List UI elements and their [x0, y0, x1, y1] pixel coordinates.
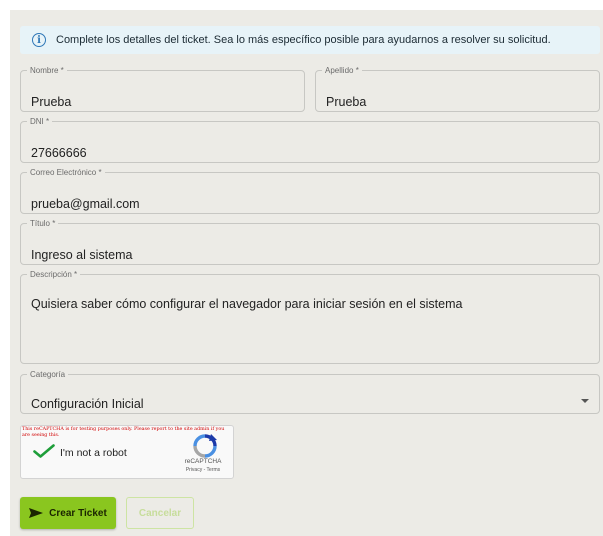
email-label: Correo Electrónico * [30, 168, 102, 177]
create-ticket-label: Crear Ticket [49, 507, 107, 519]
apellido-field[interactable]: Apellido * Prueba [315, 66, 600, 112]
cancel-label: Cancelar [138, 507, 182, 519]
dni-field[interactable]: DNI * 27666666 [20, 117, 600, 163]
recaptcha-brand: reCAPTCHA [184, 458, 222, 465]
nombre-value[interactable]: Prueba [31, 95, 71, 109]
recaptcha-logo-icon [193, 434, 217, 458]
recaptcha-links[interactable]: Privacy - Terms [171, 467, 235, 473]
create-ticket-button[interactable]: Crear Ticket [20, 497, 116, 529]
titulo-field[interactable]: Título * Ingreso al sistema [20, 219, 600, 265]
descripcion-value[interactable]: Quisiera saber cómo configurar el navega… [31, 297, 462, 311]
categoria-value[interactable]: Configuración Inicial [31, 397, 144, 411]
descripcion-textarea[interactable]: Descripción * Quisiera saber cómo config… [20, 270, 600, 364]
dni-value[interactable]: 27666666 [31, 146, 87, 160]
alert-text: Complete los detalles del ticket. Sea lo… [56, 34, 551, 46]
dni-label: DNI * [30, 117, 50, 126]
info-icon: i [32, 33, 46, 47]
email-value[interactable]: prueba@gmail.com [31, 197, 140, 211]
checkmark-icon[interactable] [33, 444, 55, 458]
apellido-label: Apellido * [325, 66, 359, 75]
nombre-field[interactable]: Nombre * Prueba [20, 66, 305, 112]
titulo-label: Título * [30, 219, 56, 228]
descripcion-label: Descripción * [30, 270, 78, 279]
categoria-label: Categoría [30, 370, 66, 379]
email-field[interactable]: Correo Electrónico * prueba@gmail.com [20, 168, 600, 214]
categoria-select[interactable]: Categoría Configuración Inicial [20, 370, 600, 414]
titulo-value[interactable]: Ingreso al sistema [31, 248, 132, 262]
chevron-down-icon[interactable] [581, 399, 589, 403]
apellido-value[interactable]: Prueba [326, 95, 366, 109]
cancel-button[interactable]: Cancelar [126, 497, 194, 529]
nombre-label: Nombre * [30, 66, 64, 75]
send-icon [29, 508, 44, 518]
recaptcha-label[interactable]: I'm not a robot [60, 447, 127, 459]
recaptcha-widget: This reCAPTCHA is for testing purposes o… [20, 425, 234, 479]
info-alert: i Complete los detalles del ticket. Sea … [20, 26, 600, 54]
